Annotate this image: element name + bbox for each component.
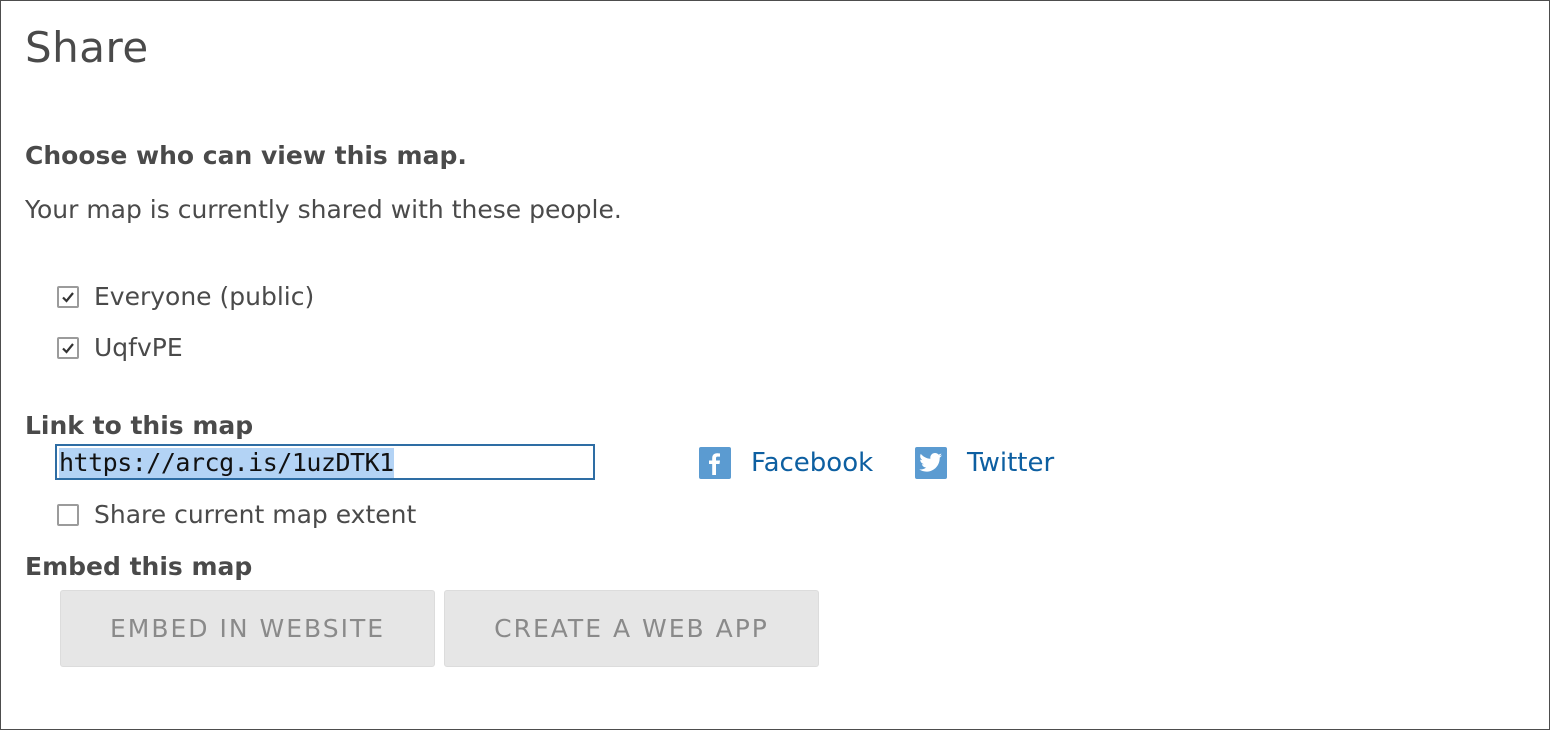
checkmark-icon — [62, 342, 74, 354]
share-option-label: UqfvPE — [94, 333, 183, 362]
share-extent-checkbox[interactable] — [57, 503, 79, 526]
group-checkbox[interactable] — [57, 336, 79, 359]
facebook-label: Facebook — [751, 448, 874, 478]
embed-in-website-button[interactable]: EMBED IN WEBSITE — [60, 590, 435, 667]
share-option-group[interactable]: UqfvPE — [57, 333, 183, 362]
embed-heading: Embed this map — [25, 552, 253, 581]
dialog-title: Share — [25, 23, 149, 72]
visibility-heading: Choose who can view this map. — [25, 141, 467, 170]
share-option-everyone[interactable]: Everyone (public) — [57, 282, 314, 311]
twitter-icon — [915, 447, 947, 479]
checkmark-icon — [62, 291, 74, 303]
share-extent-label: Share current map extent — [94, 500, 417, 529]
share-option-label: Everyone (public) — [94, 282, 315, 311]
share-dialog: Share Choose who can view this map. Your… — [0, 0, 1550, 730]
share-extent-option[interactable]: Share current map extent — [57, 500, 416, 529]
facebook-link[interactable]: Facebook — [699, 447, 873, 479]
map-link-field[interactable]: https://arcg.is/1uzDTK1 — [55, 444, 595, 480]
visibility-description: Your map is currently shared with these … — [25, 195, 622, 224]
everyone-checkbox[interactable] — [57, 285, 79, 308]
twitter-label: Twitter — [967, 448, 1055, 478]
twitter-link[interactable]: Twitter — [915, 447, 1054, 479]
map-link-text: https://arcg.is/1uzDTK1 — [59, 448, 394, 478]
create-web-app-button[interactable]: CREATE A WEB APP — [444, 590, 819, 667]
facebook-icon — [699, 447, 731, 479]
link-heading: Link to this map — [25, 411, 254, 440]
